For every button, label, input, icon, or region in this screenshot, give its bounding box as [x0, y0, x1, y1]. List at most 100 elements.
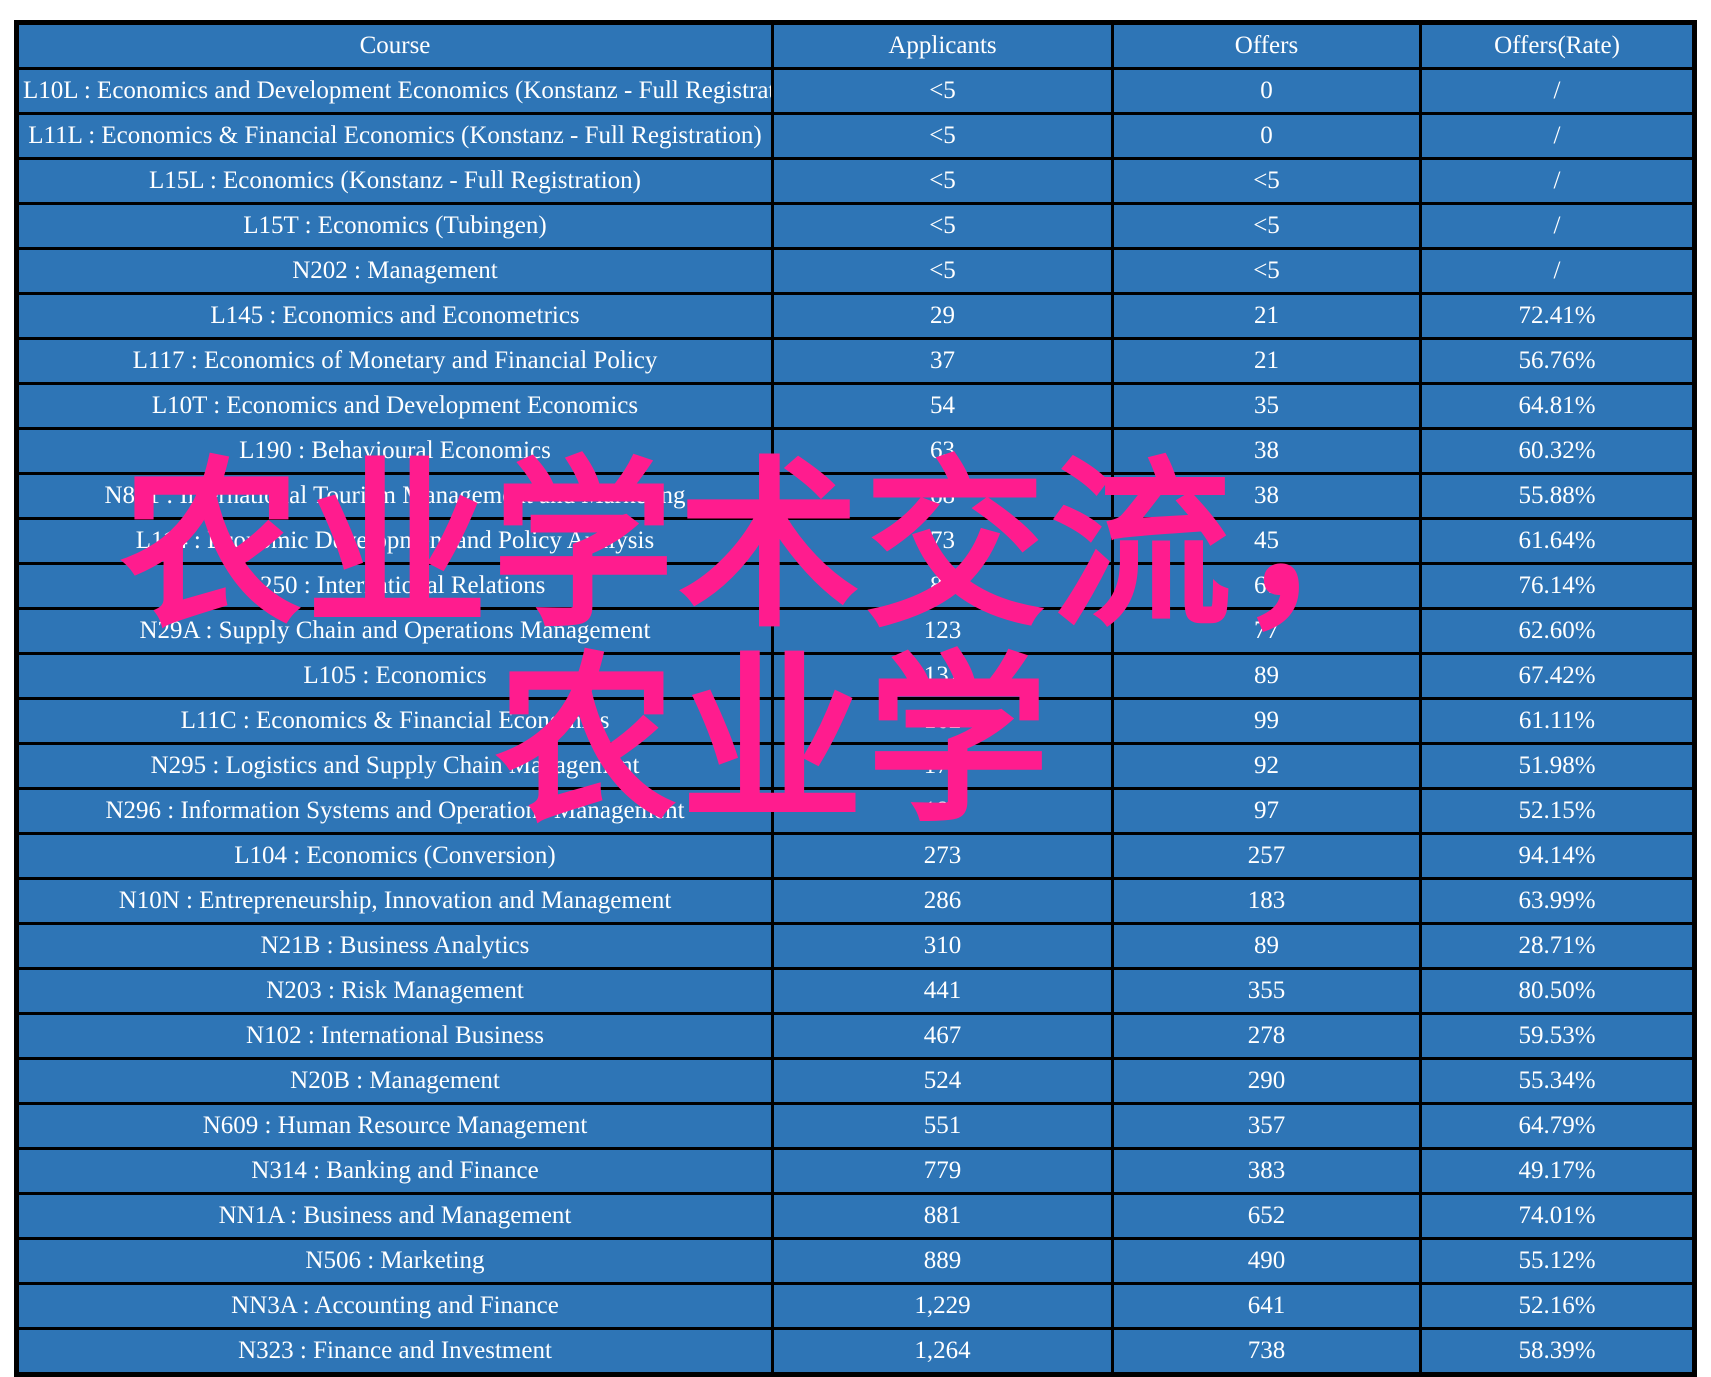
cell-offers-rate: 63.99% — [1419, 877, 1696, 925]
cell-applicants: 29 — [771, 292, 1114, 340]
cell-applicants: 1,264 — [771, 1327, 1114, 1376]
cell-offers: 383 — [1111, 1147, 1422, 1195]
cell-applicants: 551 — [771, 1102, 1114, 1150]
cell-applicants: 186 — [771, 787, 1114, 835]
cell-course: NN1A : Business and Management — [15, 1192, 774, 1240]
cell-course: N609 : Human Resource Management — [15, 1102, 774, 1150]
cell-course: N296 : Information Systems and Operation… — [15, 787, 774, 835]
cell-course: L104 : Economics (Conversion) — [15, 832, 774, 880]
cell-course: N203 : Risk Management — [15, 967, 774, 1015]
table-row: L15L : Economics (Konstanz - Full Regist… — [15, 157, 1696, 205]
cell-offers: 97 — [1111, 787, 1422, 835]
cell-course: L11L : Economics & Financial Economics (… — [15, 112, 774, 160]
cell-offers: 21 — [1111, 337, 1422, 385]
cell-applicants: 132 — [771, 652, 1114, 700]
table-row: L10L : Economics and Development Economi… — [15, 67, 1696, 115]
table-row: L11L : Economics & Financial Economics (… — [15, 112, 1696, 160]
table-row: L104 : Economics (Conversion) 273 257 94.14… — [15, 832, 1696, 880]
cell-offers-rate: / — [1419, 67, 1696, 115]
cell-offers-rate: / — [1419, 202, 1696, 250]
cell-applicants: 286 — [771, 877, 1114, 925]
cell-offers-rate: 72.41% — [1419, 292, 1696, 340]
table-row: NN1A : Business and Management 881 652 74.0… — [15, 1192, 1696, 1240]
cell-offers: 89 — [1111, 652, 1422, 700]
cell-applicants: 177 — [771, 742, 1114, 790]
table-row: N296 : Information Systems and Operation… — [15, 787, 1696, 835]
cell-offers-rate: / — [1419, 112, 1696, 160]
cell-offers: 0 — [1111, 112, 1422, 160]
stats-table-container: Course Applicants Offers Offers(Rate) L1… — [14, 20, 1697, 1377]
cell-applicants: <5 — [771, 247, 1114, 295]
cell-applicants: 1,229 — [771, 1282, 1114, 1330]
table-row: L145 : Economics and Econometrics 29 21 72.… — [15, 292, 1696, 340]
column-header-offers-rate: Offers(Rate) — [1419, 21, 1696, 70]
cell-applicants: <5 — [771, 202, 1114, 250]
cell-applicants: 37 — [771, 337, 1114, 385]
cell-offers: 357 — [1111, 1102, 1422, 1150]
table-row: L15T : Economics (Tubingen) <5 <5/ — [15, 202, 1696, 250]
cell-applicants: 273 — [771, 832, 1114, 880]
table-row: L10T : Economics and Development Economi… — [15, 382, 1696, 430]
cell-offers: 355 — [1111, 967, 1422, 1015]
table-row: N295 : Logistics and Supply Chain Manage… — [15, 742, 1696, 790]
cell-course: N323 : Finance and Investment — [15, 1327, 774, 1376]
cell-offers: 278 — [1111, 1012, 1422, 1060]
column-header-course: Course — [15, 21, 774, 70]
cell-offers: 0 — [1111, 67, 1422, 115]
table-row: N20B : Management 524 290 55.34% — [15, 1057, 1696, 1105]
table-row: L11C : Economics & Financial Economics 16… — [15, 697, 1696, 745]
cell-course: N29A : Supply Chain and Operations Manag… — [15, 607, 774, 655]
cell-course: N10N : Entrepreneurship, Innovation and … — [15, 877, 774, 925]
cell-course: L145 : Economics and Econometrics — [15, 292, 774, 340]
table-row: NN3A : Accounting and Finance 1,229 641 52.… — [15, 1282, 1696, 1330]
table-row: N506 : Marketing 889 490 55.12% — [15, 1237, 1696, 1285]
column-header-applicants: Applicants — [771, 21, 1114, 70]
cell-offers: 92 — [1111, 742, 1422, 790]
cell-offers: 641 — [1111, 1282, 1422, 1330]
cell-offers-rate: 61.11% — [1419, 697, 1696, 745]
cell-offers-rate: / — [1419, 247, 1696, 295]
table-header: Course Applicants Offers Offers(Rate) — [15, 21, 1696, 70]
cell-course: L15T : Economics (Tubingen) — [15, 202, 774, 250]
cell-offers-rate: 56.76% — [1419, 337, 1696, 385]
cell-offers: 35 — [1111, 382, 1422, 430]
cell-applicants: 441 — [771, 967, 1114, 1015]
cell-applicants: 779 — [771, 1147, 1114, 1195]
table-row: N831 : International Tourism Management … — [15, 472, 1696, 520]
cell-applicants: 73 — [771, 517, 1114, 565]
cell-applicants: 162 — [771, 697, 1114, 745]
cell-offers: 45 — [1111, 517, 1422, 565]
cell-applicants: 63 — [771, 427, 1114, 475]
cell-offers-rate: 60.32% — [1419, 427, 1696, 475]
cell-course: N314 : Banking and Finance — [15, 1147, 774, 1195]
cell-offers: 183 — [1111, 877, 1422, 925]
cell-course: L105 : Economics — [15, 652, 774, 700]
cell-offers-rate: 51.98% — [1419, 742, 1696, 790]
cell-offers-rate: 67.42% — [1419, 652, 1696, 700]
cell-offers-rate: 58.39% — [1419, 1327, 1696, 1376]
cell-applicants: 889 — [771, 1237, 1114, 1285]
cell-applicants: 123 — [771, 607, 1114, 655]
table-row: N102 : International Business 467 278 59.53… — [15, 1012, 1696, 1060]
cell-course: N295 : Logistics and Supply Chain Manage… — [15, 742, 774, 790]
cell-course: L114 : Economic Development and Policy A… — [15, 517, 774, 565]
cell-offers: 738 — [1111, 1327, 1422, 1376]
cell-applicants: 68 — [771, 472, 1114, 520]
table-row: L250 : International Relations 88 67 76.14% — [15, 562, 1696, 610]
cell-offers-rate: 80.50% — [1419, 967, 1696, 1015]
cell-offers: 21 — [1111, 292, 1422, 340]
cell-course: L190 : Behavioural Economics — [15, 427, 774, 475]
cell-applicants: 54 — [771, 382, 1114, 430]
cell-course: L250 : International Relations — [15, 562, 774, 610]
cell-offers: 77 — [1111, 607, 1422, 655]
cell-applicants: <5 — [771, 112, 1114, 160]
table-row: L117 : Economics of Monetary and Financi… — [15, 337, 1696, 385]
cell-course: N202 : Management — [15, 247, 774, 295]
cell-offers: 99 — [1111, 697, 1422, 745]
cell-offers-rate: / — [1419, 157, 1696, 205]
cell-offers-rate: 52.16% — [1419, 1282, 1696, 1330]
cell-course: L10L : Economics and Development Economi… — [15, 67, 774, 115]
cell-applicants: <5 — [771, 67, 1114, 115]
cell-offers: 490 — [1111, 1237, 1422, 1285]
table-row: N202 : Management <5 <5/ — [15, 247, 1696, 295]
